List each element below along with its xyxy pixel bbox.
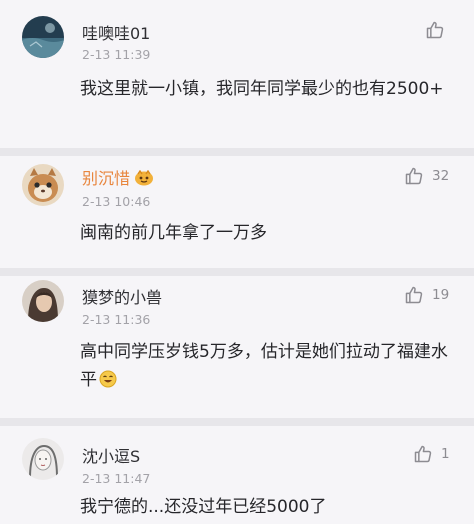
username[interactable]: 沈小逗S: [82, 443, 140, 467]
username-text: 别沉惜: [82, 169, 131, 188]
thumbs-up-icon: [426, 21, 444, 39]
ocean-scene-avatar-icon: [22, 16, 64, 58]
timestamp: 2-13 10:46: [82, 194, 151, 209]
like-count: 1: [441, 446, 450, 462]
like-button[interactable]: 19: [404, 285, 449, 305]
cat-avatar-icon: [22, 164, 64, 206]
girl-sketch-avatar-icon: [22, 438, 64, 480]
avatar[interactable]: [22, 16, 64, 58]
comment-card: 哇噢哇01 2-13 11:39 我这里就一小镇，我同年同学最少的也有2500+: [0, 0, 474, 148]
thumbs-up-icon: [414, 445, 432, 463]
comment-card: 别沉惜 2-13 10:46 32 闽南的前几年拿了一万多: [0, 156, 474, 268]
comment-text: 闽南的前几年拿了一万多: [80, 223, 267, 243]
avatar[interactable]: [22, 280, 64, 322]
vip-badge-icon: [134, 169, 154, 190]
like-button[interactable]: 32: [404, 166, 449, 186]
avatar[interactable]: [22, 438, 64, 480]
comment-card: 獏梦的小兽 2-13 11:36 19 高中同学压岁钱5万多，估计是她们拉动了福…: [0, 276, 474, 418]
timestamp: 2-13 11:47: [82, 471, 151, 486]
avatar[interactable]: [22, 164, 64, 206]
thumbs-up-icon: [405, 167, 423, 185]
thumbs-up-icon: [405, 286, 423, 304]
username[interactable]: 哇噢哇01: [82, 20, 150, 44]
username[interactable]: 獏梦的小兽: [82, 284, 162, 308]
like-count: 32: [432, 168, 450, 184]
comment-text: 我这里就一小镇，我同年同学最少的也有2500+: [80, 79, 444, 99]
comment-card: 沈小逗S 2-13 11:47 1 我宁德的...还没过年已经5000了: [0, 426, 474, 524]
like-count: 19: [432, 287, 450, 303]
timestamp: 2-13 11:39: [82, 47, 151, 62]
comment-text: 高中同学压岁钱5万多，估计是她们拉动了福建水平: [80, 338, 450, 397]
like-button[interactable]: [425, 20, 453, 40]
portrait-avatar-icon: [22, 280, 64, 322]
laughing-emoji-icon: [99, 369, 117, 397]
comment-text-body: 高中同学压岁钱5万多，估计是她们拉动了福建水平: [80, 342, 448, 390]
timestamp: 2-13 11:36: [82, 312, 151, 327]
like-button[interactable]: 1: [413, 444, 450, 464]
comment-text: 我宁德的...还没过年已经5000了: [80, 497, 327, 517]
username[interactable]: 别沉惜: [82, 165, 154, 190]
